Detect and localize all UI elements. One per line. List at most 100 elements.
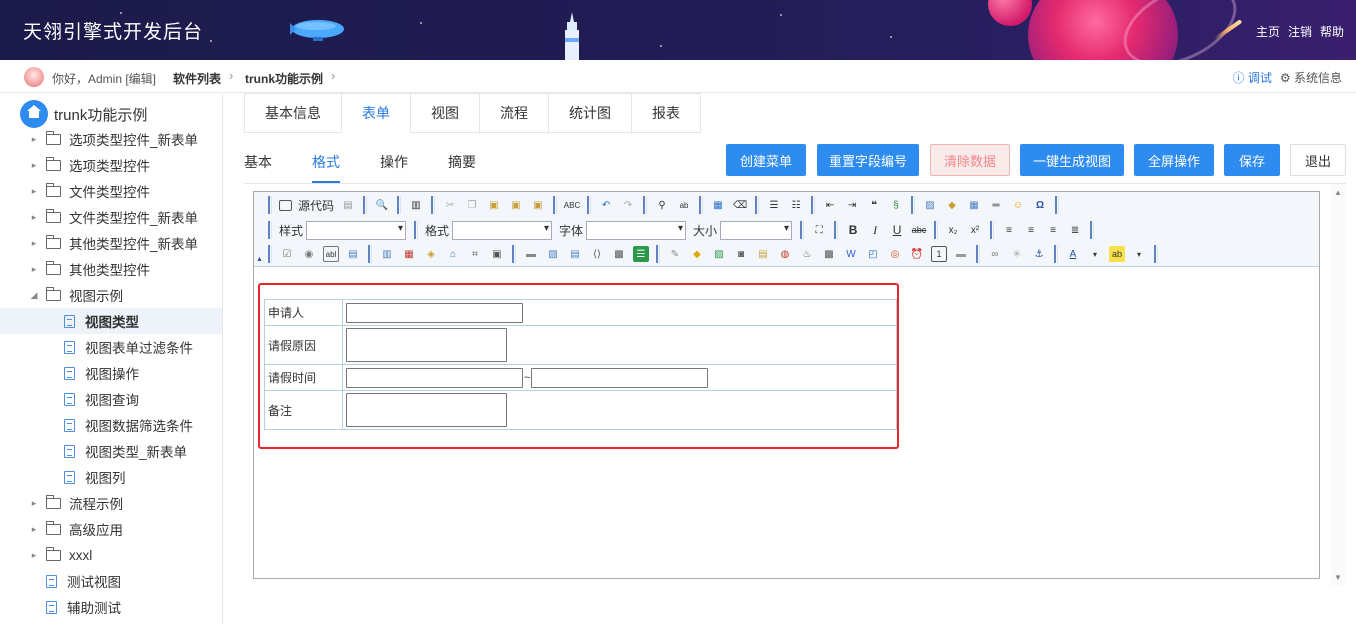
- flash-icon[interactable]: ◆: [944, 197, 960, 213]
- sidebar-item[interactable]: ▸ 文件类型控件: [0, 178, 222, 204]
- alarm-icon[interactable]: ⏰: [909, 246, 925, 262]
- map-control-icon[interactable]: ◍: [777, 246, 793, 262]
- format-select[interactable]: [452, 220, 553, 240]
- subtab-3[interactable]: 摘要: [448, 141, 476, 183]
- align-justify-icon[interactable]: ≣: [1067, 222, 1083, 238]
- fullscreen-button[interactable]: 全屏操作: [1134, 144, 1214, 176]
- superscript-icon[interactable]: x²: [967, 222, 983, 238]
- microphone-icon[interactable]: ♨: [799, 246, 815, 262]
- align-right-icon[interactable]: ≡: [1045, 222, 1061, 238]
- paste-icon[interactable]: ▣: [486, 197, 502, 213]
- cube-icon[interactable]: ◆: [689, 246, 705, 262]
- paste-text-icon[interactable]: ▣: [508, 197, 524, 213]
- div-icon[interactable]: §: [888, 197, 904, 213]
- chart-control-icon[interactable]: ▤: [755, 246, 771, 262]
- smiley-icon[interactable]: ☺: [1010, 197, 1026, 213]
- sidebar-item[interactable]: ▸ 高级应用: [0, 516, 222, 542]
- color-wheel-icon[interactable]: ◎: [887, 246, 903, 262]
- qrcode-icon[interactable]: ▩: [821, 246, 837, 262]
- sidebar-item[interactable]: 辅助测试: [0, 594, 222, 620]
- subform-icon[interactable]: ▤: [567, 246, 583, 262]
- anchor-icon[interactable]: ⚓: [1031, 246, 1047, 262]
- editor-canvas[interactable]: 申请人 请假原因 请假时间 ~ 备注: [254, 268, 1319, 578]
- pencil-icon[interactable]: ✎: [667, 246, 683, 262]
- replace-icon[interactable]: ab: [676, 197, 692, 213]
- department-icon[interactable]: ⌂: [445, 246, 461, 262]
- sidebar-item[interactable]: 视图类型: [0, 308, 222, 334]
- select-control-icon[interactable]: ▥: [379, 246, 395, 262]
- generate-view-button[interactable]: 一键生成视图: [1020, 144, 1124, 176]
- source-label[interactable]: 源代码: [298, 197, 334, 214]
- redo-icon[interactable]: ↷: [620, 197, 636, 213]
- breadcrumb-current-app[interactable]: trunk功能示例: [245, 70, 323, 87]
- online-edit-icon[interactable]: ◰: [865, 246, 881, 262]
- exit-button[interactable]: 退出: [1290, 144, 1346, 176]
- subscript-icon[interactable]: x₂: [945, 222, 961, 238]
- radio-control-icon[interactable]: ◉: [301, 246, 317, 262]
- caret-right-icon[interactable]: ▸: [28, 134, 40, 145]
- button-control-icon[interactable]: ▣: [489, 246, 505, 262]
- sidebar-item[interactable]: ▸ 选项类型控件_新表单: [0, 126, 222, 152]
- source-icon[interactable]: [279, 199, 292, 211]
- debug-link[interactable]: ⓘ 调试: [1233, 69, 1272, 86]
- text-color-icon[interactable]: A: [1065, 246, 1081, 262]
- outdent-icon[interactable]: ⇤: [822, 197, 838, 213]
- preview-icon[interactable]: 🔍: [374, 197, 390, 213]
- leave-start-input[interactable]: [346, 367, 523, 388]
- sidebar-item[interactable]: ▸ xxxl: [0, 542, 222, 568]
- underline-icon[interactable]: U: [889, 222, 905, 238]
- caret-right-icon[interactable]: ▸: [28, 498, 40, 509]
- caret-right-icon[interactable]: ▸: [28, 186, 40, 197]
- caret-right-icon[interactable]: ▸: [28, 160, 40, 171]
- image-control-icon[interactable]: ▨: [711, 246, 727, 262]
- date-control-icon[interactable]: ▦: [401, 246, 417, 262]
- subtab-0[interactable]: 基本: [244, 141, 272, 183]
- create-menu-button[interactable]: 创建菜单: [726, 144, 806, 176]
- caret-right-icon[interactable]: ▸: [28, 550, 40, 561]
- save-doc-icon[interactable]: ▤: [340, 197, 356, 213]
- caret-right-icon[interactable]: ▸: [28, 264, 40, 275]
- unlink-icon[interactable]: ✳: [1009, 246, 1025, 262]
- logout-link[interactable]: 注销: [1288, 23, 1312, 40]
- image-icon[interactable]: ▨: [922, 197, 938, 213]
- breadcrumb-software-list[interactable]: 软件列表: [173, 70, 221, 87]
- indent-icon[interactable]: ⇥: [844, 197, 860, 213]
- checkbox-control-icon[interactable]: ☑: [279, 246, 295, 262]
- maximize-icon[interactable]: ⛶: [811, 222, 827, 238]
- undo-icon[interactable]: ↶: [598, 197, 614, 213]
- paste-word-icon[interactable]: ▣: [530, 197, 546, 213]
- sidebar-item[interactable]: ▸ 流程示例: [0, 490, 222, 516]
- tab-0[interactable]: 基本信息: [244, 93, 341, 133]
- attachment-icon[interactable]: ▧: [545, 246, 561, 262]
- cut-icon[interactable]: ✂: [442, 197, 458, 213]
- tab-3[interactable]: 流程: [479, 93, 548, 133]
- template-icon[interactable]: ▥: [408, 197, 424, 213]
- caret-right-icon[interactable]: ▸: [28, 238, 40, 249]
- reset-field-numbers-button[interactable]: 重置字段编号: [817, 144, 919, 176]
- caret-down-icon[interactable]: ◢: [28, 290, 40, 301]
- tab-1[interactable]: 表单: [341, 93, 410, 133]
- home-link[interactable]: 主页: [1256, 23, 1280, 40]
- user-greeting[interactable]: 你好，Admin [编辑]: [52, 70, 156, 87]
- size-select[interactable]: [720, 220, 793, 240]
- sidebar-item[interactable]: 视图查询: [0, 386, 222, 412]
- sidebar-item[interactable]: ◢ 视图示例: [0, 282, 222, 308]
- leave-reason-textarea[interactable]: [346, 328, 507, 362]
- sidebar-item[interactable]: ▸ 文件类型控件_新表单: [0, 204, 222, 230]
- link-icon[interactable]: ∞: [987, 246, 1003, 262]
- strikethrough-icon[interactable]: abc: [911, 222, 927, 238]
- user-select-icon[interactable]: ◈: [423, 246, 439, 262]
- table-icon[interactable]: ▦: [966, 197, 982, 213]
- system-info-link[interactable]: ⚙ 系统信息: [1280, 69, 1342, 86]
- sidebar-item[interactable]: 视图表单过滤条件: [0, 334, 222, 360]
- html-control-icon[interactable]: ⟨⟩: [589, 246, 605, 262]
- bullet-list-icon[interactable]: ☷: [788, 197, 804, 213]
- field-list-icon[interactable]: ☰: [633, 246, 649, 262]
- copy-icon[interactable]: ❐: [464, 197, 480, 213]
- text-color-dropdown-icon[interactable]: ▾: [1087, 246, 1103, 262]
- hidden-field-icon[interactable]: ▬: [523, 246, 539, 262]
- horizontal-rule-icon[interactable]: ═: [988, 197, 1004, 213]
- clear-data-button[interactable]: 清除数据: [930, 144, 1010, 176]
- sidebar-item[interactable]: ▸ 其他类型控件_新表单: [0, 230, 222, 256]
- help-link[interactable]: 帮助: [1320, 23, 1344, 40]
